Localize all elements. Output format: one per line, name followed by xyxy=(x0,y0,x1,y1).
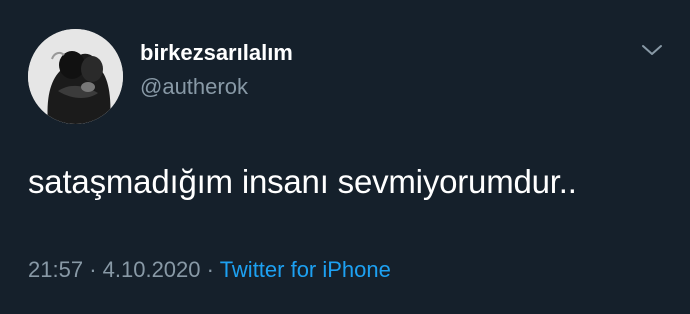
avatar[interactable] xyxy=(28,29,123,124)
meta-separator: · xyxy=(89,257,97,282)
avatar-photo xyxy=(28,29,123,124)
display-name[interactable]: birkezsarılalım xyxy=(140,40,293,66)
tweet-time: 21:57 xyxy=(28,257,84,282)
user-handle[interactable]: @autherok xyxy=(140,74,248,100)
chevron-down-icon[interactable] xyxy=(640,40,664,60)
tweet-source-link[interactable]: Twitter for iPhone xyxy=(220,257,391,282)
meta-separator: · xyxy=(206,257,214,282)
tweet-date: 4.10.2020 xyxy=(102,257,201,282)
tweet-detail: birkezsarılalım @autherok sataşmadığım i… xyxy=(0,0,690,314)
tweet-meta: 21:57 · 4.10.2020 · Twitter for iPhone xyxy=(28,257,391,283)
tweet-text: sataşmadığım insanı sevmiyorumdur.. xyxy=(28,163,577,200)
